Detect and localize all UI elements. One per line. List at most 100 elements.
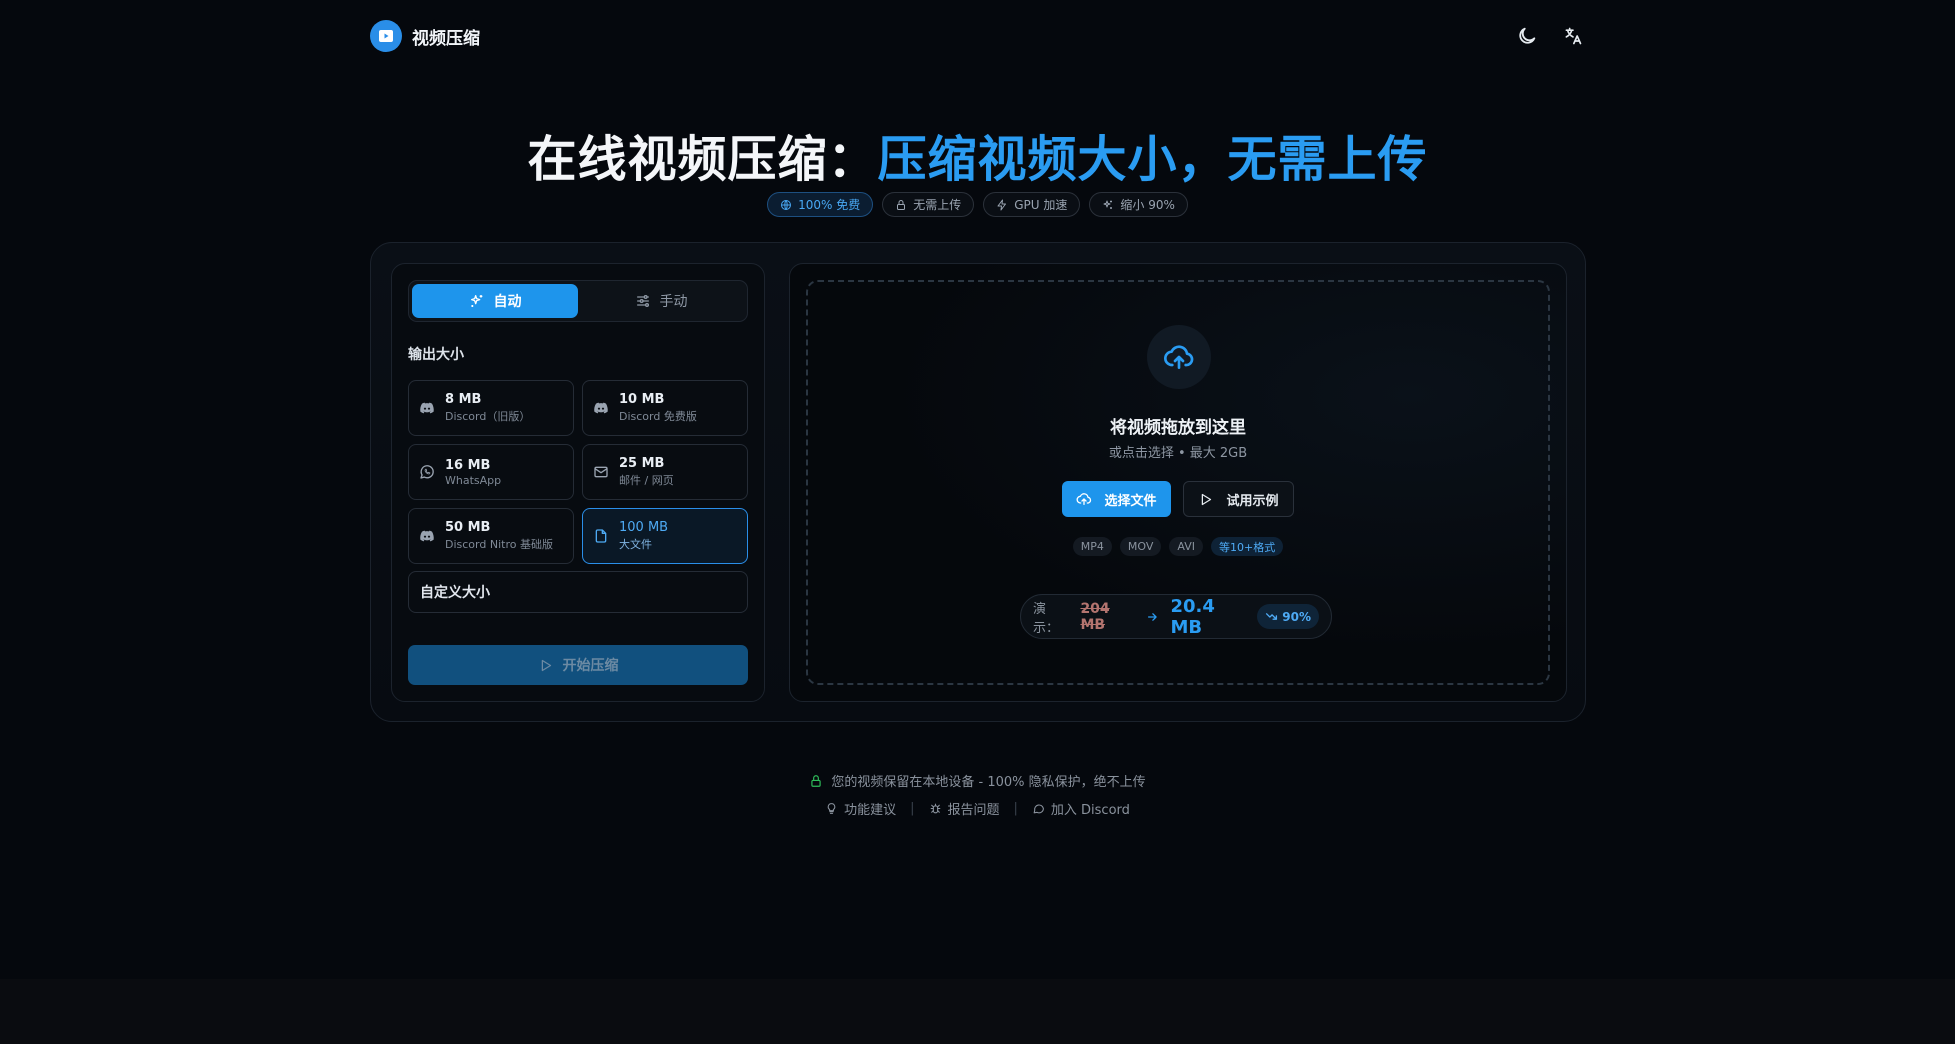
- footer-links: 功能建议 | 报告问题 | 加入 Discord: [0, 799, 1955, 818]
- discord-icon: [419, 400, 435, 416]
- dropzone-title: 将视频拖放到这里: [1110, 418, 1246, 438]
- demo-original-size: 204 MB: [1080, 600, 1110, 633]
- privacy-note: 您的视频保留在本地设备 - 100% 隐私保护，绝不上传: [0, 771, 1955, 790]
- mode-manual-label: 手动: [659, 294, 688, 310]
- choose-file-button[interactable]: 选择文件: [1062, 481, 1171, 517]
- top-actions: [1515, 24, 1585, 48]
- supported-formats: MP4 MOV AVI 等10+格式: [808, 537, 1548, 556]
- choose-file-label: 选择文件: [1104, 493, 1157, 509]
- arrow-right-icon: [1147, 612, 1157, 621]
- dropzone-subtitle: 或点击选择 • 最大 2GB: [1108, 446, 1248, 461]
- pill-shrink: 缩小 90%: [1089, 192, 1188, 217]
- size-option-50mb[interactable]: 50 MB Discord Nitro 基础版: [408, 508, 574, 564]
- pill-label: 缩小 90%: [1120, 198, 1175, 212]
- size-options: 8 MB Discord（旧版） 10 MB Discord 免费版 16 MB Wh…: [408, 380, 748, 564]
- size-value: 25 MB: [619, 456, 665, 471]
- demo-reduction-badge: 90%: [1257, 604, 1319, 629]
- divider: |: [1013, 801, 1018, 816]
- video-logo-icon: [370, 20, 402, 52]
- whatsapp-icon: [419, 464, 435, 480]
- settings-panel: 自动 手动 输出大小 8 MB Discord（旧版） 10 MB Discord …: [391, 263, 765, 702]
- size-option-100mb[interactable]: 100 MB 大文件: [582, 508, 748, 564]
- video-dropzone[interactable]: 将视频拖放到这里 或点击选择 • 最大 2GB 选择文件 试用示例 MP4 MO…: [806, 280, 1550, 685]
- title-plain: 在线视频压缩：: [527, 131, 878, 188]
- lightbulb-icon: [827, 803, 836, 814]
- feature-pills: 100% 免费 无需上传 GPU 加速 缩小 90%: [0, 192, 1955, 217]
- try-sample-label: 试用示例: [1226, 493, 1279, 509]
- size-option-25mb[interactable]: 25 MB 邮件 / 网页: [582, 444, 748, 500]
- pill-gpu: GPU 加速: [983, 192, 1081, 217]
- divider: |: [910, 801, 915, 816]
- brand[interactable]: 视频压缩: [370, 20, 480, 52]
- join-discord-link[interactable]: 加入 Discord: [1032, 799, 1130, 818]
- demo-result: 演示： 204 MB 20.4 MB 90%: [1020, 594, 1332, 639]
- lock-icon: [811, 774, 822, 787]
- page: 视频压缩 在线视频压缩：压缩视频大小，无需上传 100% 免费 无需上传 GPU…: [0, 0, 1955, 1044]
- upload-icon: [1077, 493, 1092, 505]
- size-description: 大文件: [619, 538, 652, 551]
- sliders-icon: [636, 295, 649, 307]
- start-compress-button[interactable]: 开始压缩: [408, 645, 748, 685]
- size-option-8mb[interactable]: 8 MB Discord（旧版）: [408, 380, 574, 436]
- pill-no-upload: 无需上传: [882, 192, 975, 217]
- join-discord-label: 加入 Discord: [1050, 803, 1130, 818]
- play-icon: [541, 659, 551, 671]
- dropzone-actions: 选择文件 试用示例: [808, 481, 1548, 517]
- feature-request-link[interactable]: 功能建议: [825, 799, 896, 818]
- page-title: 在线视频压缩：压缩视频大小，无需上传: [0, 120, 1955, 191]
- privacy-text: 您的视频保留在本地设备 - 100% 隐私保护，绝不上传: [831, 775, 1146, 790]
- theme-toggle-button[interactable]: [1515, 24, 1539, 48]
- sparkles-icon: [470, 295, 482, 307]
- size-description: Discord（旧版）: [445, 410, 531, 423]
- discord-icon: [593, 400, 609, 416]
- try-sample-button[interactable]: 试用示例: [1182, 481, 1294, 517]
- upload-cloud-icon: [1147, 325, 1211, 389]
- moon-icon: [1519, 27, 1536, 44]
- discord-icon: [419, 528, 435, 544]
- report-issue-link[interactable]: 报告问题: [929, 799, 1000, 818]
- size-value: 8 MB: [445, 392, 482, 407]
- top-bar: 视频压缩: [370, 18, 1585, 54]
- mode-manual-button[interactable]: 手动: [578, 284, 744, 318]
- output-size-label: 输出大小: [408, 347, 464, 363]
- pill-label: GPU 加速: [1014, 198, 1068, 212]
- format-tag: MOV: [1119, 537, 1162, 556]
- mode-auto-button[interactable]: 自动: [412, 284, 578, 318]
- format-tag: AVI: [1169, 537, 1203, 556]
- trend-down-icon: [1266, 613, 1278, 620]
- start-compress-label: 开始压缩: [562, 658, 619, 674]
- size-description: WhatsApp: [445, 473, 502, 487]
- globe-icon: [781, 199, 792, 210]
- size-value: 100 MB: [619, 520, 669, 535]
- sparkles-icon: [1103, 200, 1113, 209]
- mail-icon: [593, 464, 609, 480]
- size-option-16mb[interactable]: 16 MB WhatsApp: [408, 444, 574, 500]
- size-value: 10 MB: [619, 392, 665, 407]
- brand-name: 视频压缩: [412, 28, 480, 49]
- pill-label: 100% 免费: [798, 198, 861, 212]
- feature-request-label: 功能建议: [844, 803, 897, 818]
- demo-compressed-size: 20.4 MB: [1170, 595, 1215, 638]
- pill-label: 无需上传: [913, 198, 962, 212]
- custom-size-button[interactable]: 自定义大小: [408, 571, 748, 613]
- demo-reduction: 90%: [1282, 609, 1311, 624]
- format-tag: MP4: [1072, 537, 1112, 556]
- format-tag-more: 等10+格式: [1210, 537, 1284, 556]
- lock-icon: [897, 199, 906, 210]
- bolt-icon: [997, 199, 1007, 210]
- language-button[interactable]: [1561, 24, 1585, 48]
- report-issue-label: 报告问题: [947, 803, 1000, 818]
- bottom-band: [0, 979, 1955, 1044]
- size-description: Discord Nitro 基础版: [445, 538, 553, 551]
- title-accent: 压缩视频大小，无需上传: [877, 131, 1428, 188]
- size-description: Discord 免费版: [619, 410, 697, 423]
- size-description: 邮件 / 网页: [619, 474, 674, 487]
- translate-icon: [1565, 27, 1582, 45]
- upload-panel: 将视频拖放到这里 或点击选择 • 最大 2GB 选择文件 试用示例 MP4 MO…: [789, 263, 1567, 702]
- size-option-10mb[interactable]: 10 MB Discord 免费版: [582, 380, 748, 436]
- pill-free: 100% 免费: [767, 192, 874, 217]
- compressor-card: 自动 手动 输出大小 8 MB Discord（旧版） 10 MB Discord …: [370, 242, 1586, 722]
- size-value: 50 MB: [445, 520, 491, 535]
- bug-icon: [930, 803, 940, 814]
- mode-switch: 自动 手动: [408, 280, 748, 322]
